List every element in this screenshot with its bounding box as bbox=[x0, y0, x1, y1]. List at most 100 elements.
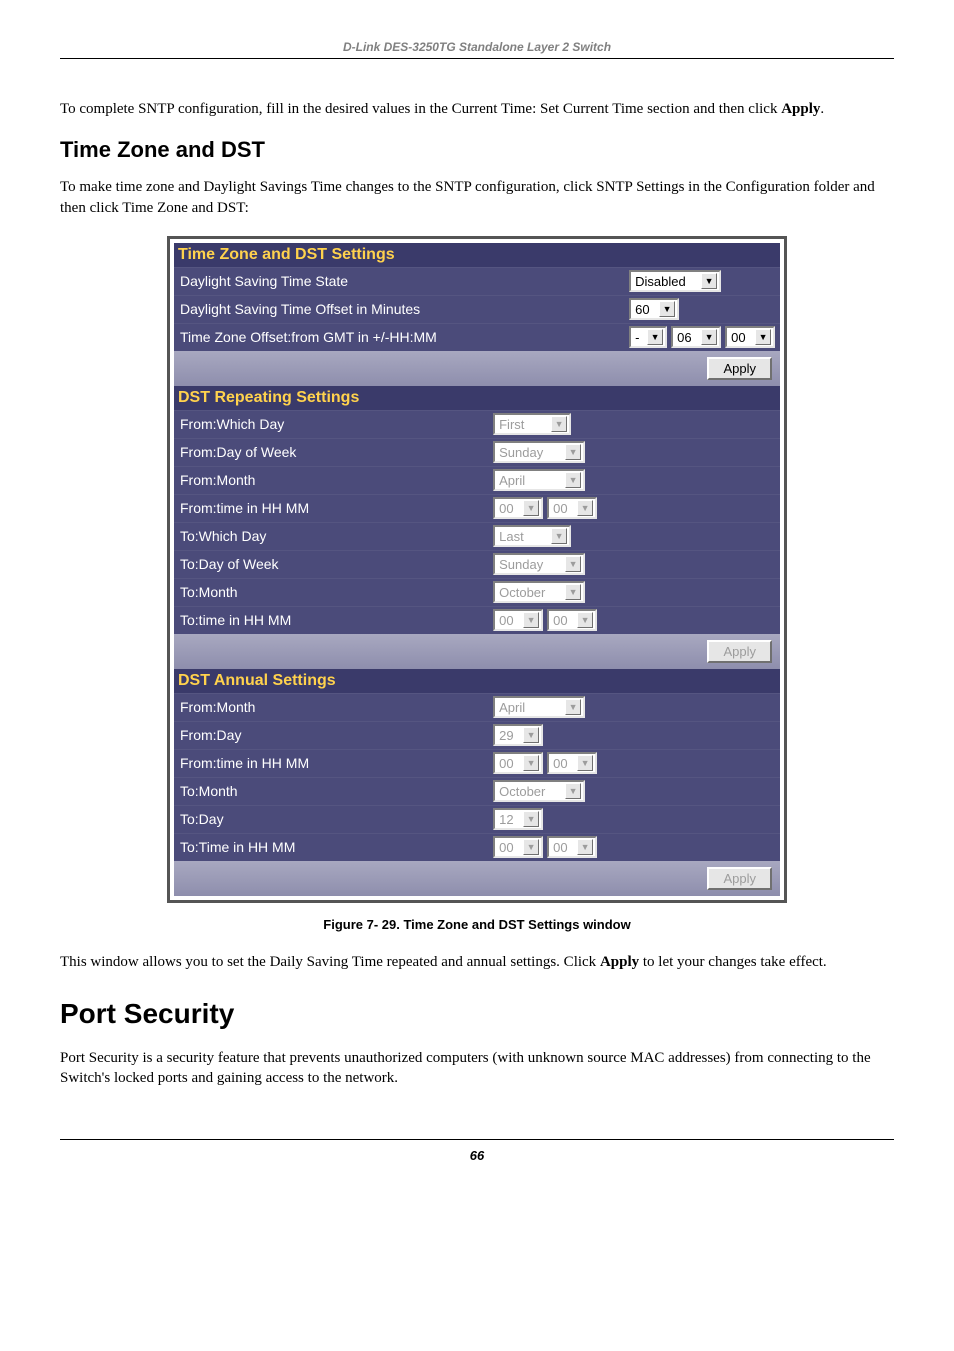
label: To:Time in HH MM bbox=[174, 836, 489, 858]
row-from-month: From:Month April ▼ bbox=[174, 466, 780, 494]
section-header-dst-annual: DST Annual Settings bbox=[174, 669, 780, 693]
select-value: Last bbox=[499, 529, 549, 544]
label: To:Which Day bbox=[174, 525, 489, 547]
row-from-day-of-week: From:Day of Week Sunday ▼ bbox=[174, 438, 780, 466]
select-dst-offset[interactable]: 60 ▼ bbox=[629, 298, 679, 320]
label: To:time in HH MM bbox=[174, 609, 489, 631]
chevron-down-icon: ▼ bbox=[523, 839, 539, 855]
heading-time-zone-and-dst: Time Zone and DST bbox=[60, 137, 894, 163]
label: From:time in HH MM bbox=[174, 752, 489, 774]
select-value: October bbox=[499, 784, 563, 799]
chevron-down-icon[interactable]: ▼ bbox=[755, 329, 771, 345]
label-dst-state: Daylight Saving Time State bbox=[174, 270, 489, 292]
text-bold: Apply bbox=[600, 954, 639, 970]
apply-button-2: Apply bbox=[707, 640, 772, 663]
chevron-down-icon: ▼ bbox=[565, 699, 581, 715]
text: . bbox=[820, 101, 824, 117]
select-to-dow: Sunday ▼ bbox=[493, 553, 585, 575]
settings-panel: Time Zone and DST Settings Daylight Savi… bbox=[167, 236, 787, 903]
row-dst-state: Daylight Saving Time State Disabled ▼ bbox=[174, 267, 780, 295]
select-gmt-sign[interactable]: - ▼ bbox=[629, 326, 667, 348]
row-to-day-of-week: To:Day of Week Sunday ▼ bbox=[174, 550, 780, 578]
label: From:Month bbox=[174, 696, 489, 718]
select-from-which-day: First ▼ bbox=[493, 413, 571, 435]
chevron-down-icon: ▼ bbox=[523, 612, 539, 628]
select-value: - bbox=[635, 330, 645, 345]
label: From:Which Day bbox=[174, 413, 489, 435]
chevron-down-icon: ▼ bbox=[551, 416, 567, 432]
paragraph-sntp-complete: To complete SNTP configuration, fill in … bbox=[60, 99, 894, 119]
select-ann-from-mm: 00 ▼ bbox=[547, 752, 597, 774]
select-value: Sunday bbox=[499, 557, 563, 572]
row-ann-from-day: From:Day 29 ▼ bbox=[174, 721, 780, 749]
chevron-down-icon: ▼ bbox=[565, 472, 581, 488]
select-value: 00 bbox=[553, 756, 575, 771]
select-value: 00 bbox=[553, 613, 575, 628]
select-ann-to-mm: 00 ▼ bbox=[547, 836, 597, 858]
apply-row-1: Apply bbox=[174, 351, 780, 386]
chevron-down-icon: ▼ bbox=[565, 783, 581, 799]
label: From:Day bbox=[174, 724, 489, 746]
select-value: October bbox=[499, 585, 563, 600]
paragraph-apply-note: This window allows you to set the Daily … bbox=[60, 952, 894, 972]
select-value: First bbox=[499, 417, 549, 432]
row-to-month: To:Month October ▼ bbox=[174, 578, 780, 606]
text: This window allows you to set the Daily … bbox=[60, 954, 600, 970]
chevron-down-icon[interactable]: ▼ bbox=[659, 301, 675, 317]
chevron-down-icon: ▼ bbox=[523, 500, 539, 516]
select-to-which-day: Last ▼ bbox=[493, 525, 571, 547]
select-value: April bbox=[499, 700, 563, 715]
chevron-down-icon: ▼ bbox=[577, 755, 593, 771]
select-value: 06 bbox=[677, 330, 699, 345]
row-ann-from-time: From:time in HH MM 00 ▼ 00 ▼ bbox=[174, 749, 780, 777]
select-value: April bbox=[499, 473, 563, 488]
label: From:Day of Week bbox=[174, 441, 489, 463]
select-gmt-mm[interactable]: 00 ▼ bbox=[725, 326, 775, 348]
paragraph-port-security: Port Security is a security feature that… bbox=[60, 1048, 894, 1089]
apply-button-1[interactable]: Apply bbox=[707, 357, 772, 380]
select-to-mm: 00 ▼ bbox=[547, 609, 597, 631]
page-number: 66 bbox=[60, 1139, 894, 1163]
chevron-down-icon[interactable]: ▼ bbox=[647, 329, 663, 345]
label: To:Day bbox=[174, 808, 489, 830]
select-value: 00 bbox=[499, 613, 521, 628]
chevron-down-icon: ▼ bbox=[577, 839, 593, 855]
select-gmt-hh[interactable]: 06 ▼ bbox=[671, 326, 721, 348]
select-value: Sunday bbox=[499, 445, 563, 460]
row-to-which-day: To:Which Day Last ▼ bbox=[174, 522, 780, 550]
chevron-down-icon: ▼ bbox=[551, 528, 567, 544]
select-value: 00 bbox=[499, 840, 521, 855]
section-header-tz-dst: Time Zone and DST Settings bbox=[174, 243, 780, 267]
row-ann-to-day: To:Day 12 ▼ bbox=[174, 805, 780, 833]
select-value: 00 bbox=[499, 501, 521, 516]
select-ann-from-month: April ▼ bbox=[493, 696, 585, 718]
select-from-month: April ▼ bbox=[493, 469, 585, 491]
chevron-down-icon[interactable]: ▼ bbox=[701, 329, 717, 345]
label: From:Month bbox=[174, 469, 489, 491]
label-gmt-offset: Time Zone Offset:from GMT in +/-HH:MM bbox=[174, 326, 489, 348]
select-value: 00 bbox=[553, 501, 575, 516]
select-value: 00 bbox=[499, 756, 521, 771]
select-ann-to-month: October ▼ bbox=[493, 780, 585, 802]
select-ann-to-hh: 00 ▼ bbox=[493, 836, 543, 858]
text: To complete SNTP configuration, fill in … bbox=[60, 101, 781, 117]
apply-row-3: Apply bbox=[174, 861, 780, 896]
label-dst-offset: Daylight Saving Time Offset in Minutes bbox=[174, 298, 489, 320]
chevron-down-icon: ▼ bbox=[523, 811, 539, 827]
select-from-mm: 00 ▼ bbox=[547, 497, 597, 519]
row-from-time: From:time in HH MM 00 ▼ 00 ▼ bbox=[174, 494, 780, 522]
label: To:Month bbox=[174, 780, 489, 802]
chevron-down-icon: ▼ bbox=[523, 755, 539, 771]
figure-caption: Figure 7- 29. Time Zone and DST Settings… bbox=[60, 917, 894, 932]
row-ann-from-month: From:Month April ▼ bbox=[174, 693, 780, 721]
select-value: 00 bbox=[553, 840, 575, 855]
select-from-dow: Sunday ▼ bbox=[493, 441, 585, 463]
heading-port-security: Port Security bbox=[60, 998, 894, 1030]
select-value: 00 bbox=[731, 330, 753, 345]
row-from-which-day: From:Which Day First ▼ bbox=[174, 410, 780, 438]
chevron-down-icon[interactable]: ▼ bbox=[701, 273, 717, 289]
label: To:Day of Week bbox=[174, 553, 489, 575]
select-value: 12 bbox=[499, 812, 521, 827]
select-ann-from-day: 29 ▼ bbox=[493, 724, 543, 746]
select-dst-state[interactable]: Disabled ▼ bbox=[629, 270, 721, 292]
